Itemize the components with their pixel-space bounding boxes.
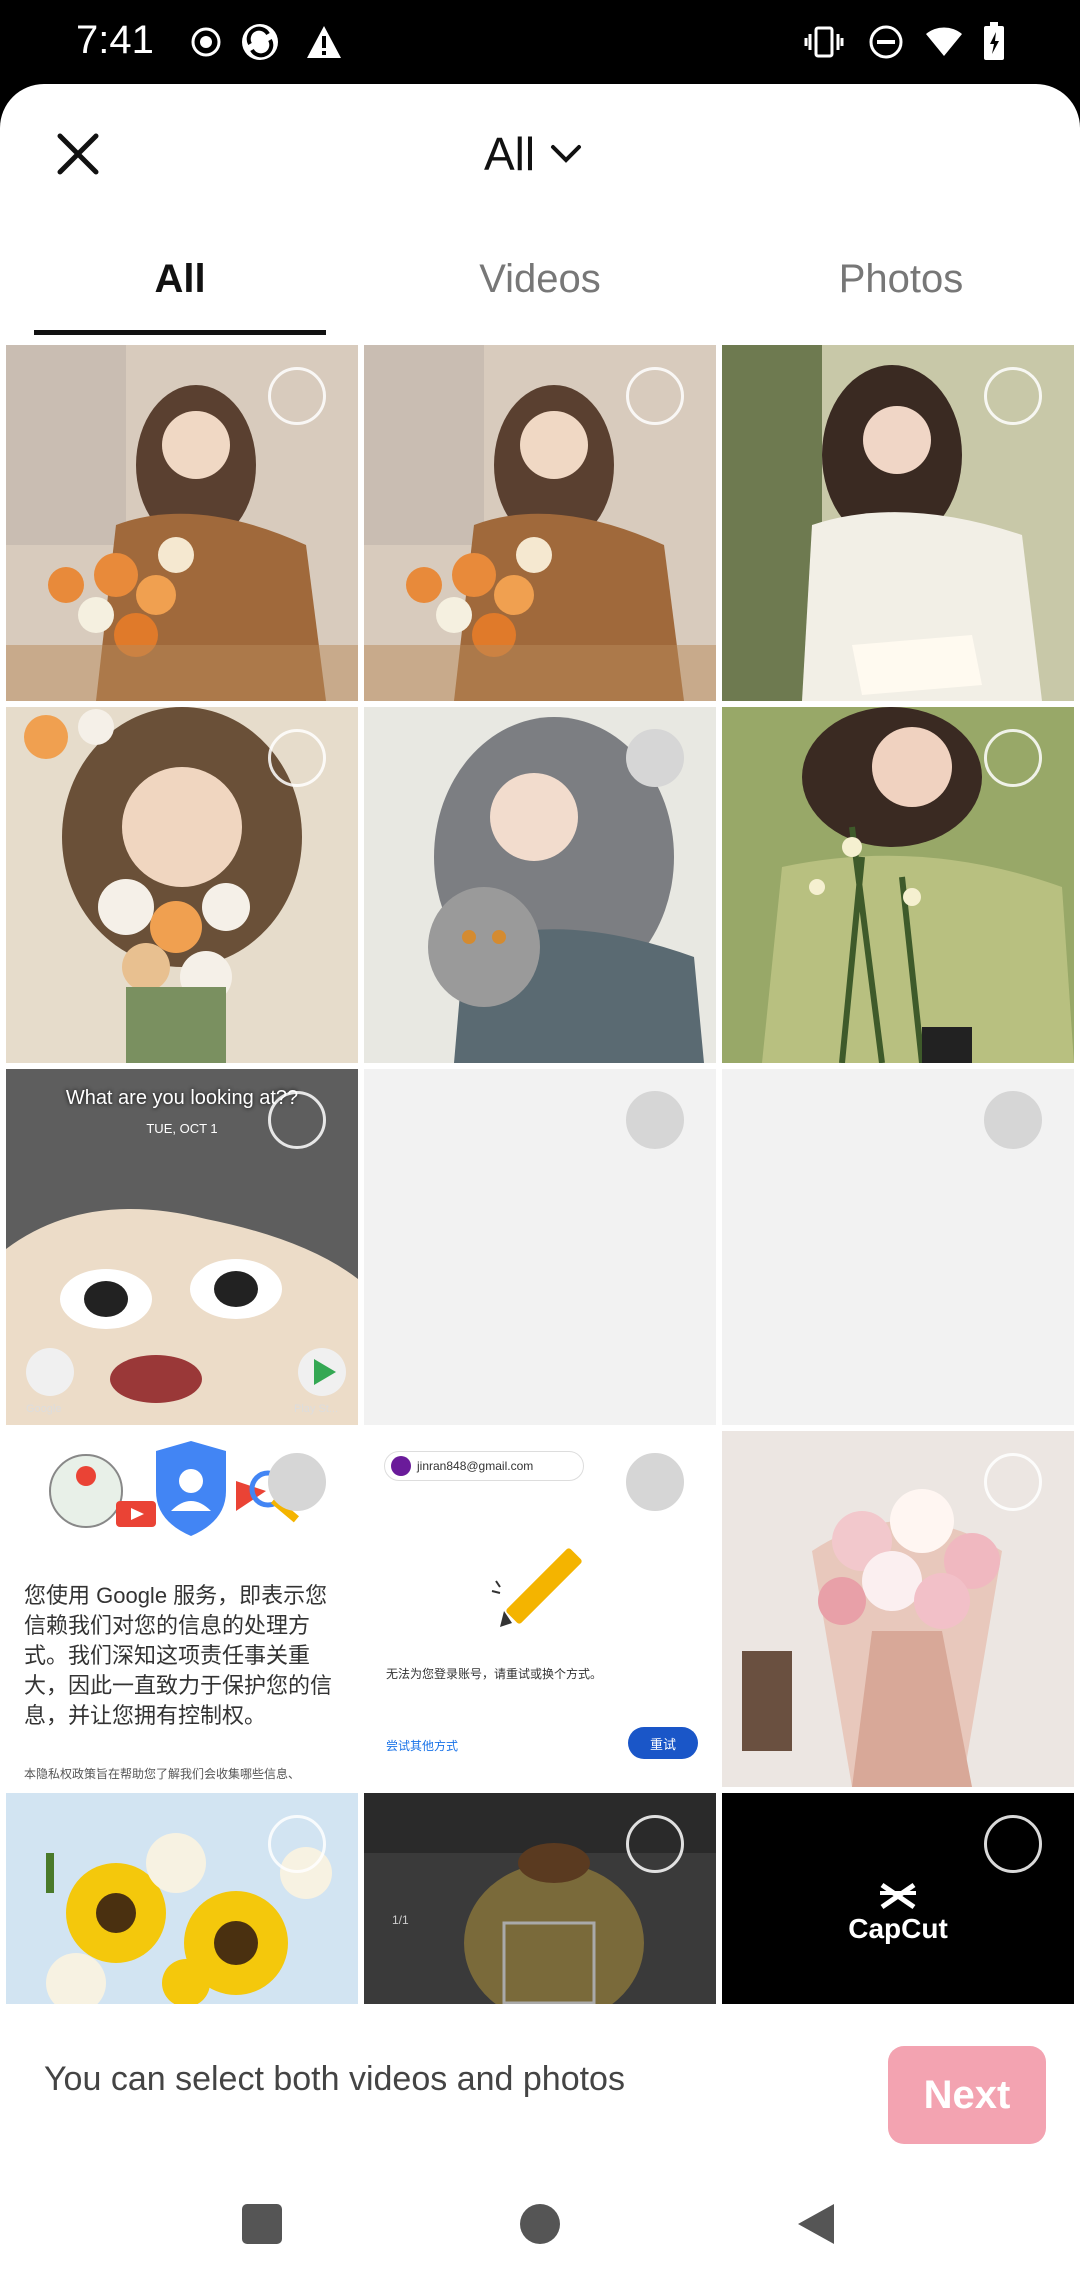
status-bar: 7:41 xyxy=(0,0,1080,84)
media-item-placeholder[interactable] xyxy=(722,1069,1074,1425)
vibrate-icon xyxy=(804,22,844,62)
account-email: jinran848@gmail.com xyxy=(417,1459,534,1473)
battery-icon xyxy=(974,22,1014,62)
select-circle[interactable] xyxy=(268,729,326,787)
tab-photos-label: Photos xyxy=(838,256,964,301)
account-link: 尝试其他方式 xyxy=(386,1739,459,1753)
privacy-text: 您使用 Google 服务，即表示您信赖我们对您的信息的处理方式。我们深知这项责… xyxy=(24,1583,333,1728)
media-item[interactable] xyxy=(722,707,1074,1063)
select-circle[interactable] xyxy=(984,1453,1042,1511)
select-circle[interactable] xyxy=(268,1453,326,1511)
capcut-logo-icon xyxy=(880,1882,916,1910)
select-circle[interactable] xyxy=(626,729,684,787)
media-item[interactable]: 您使用 Google 服务，即表示您信赖我们对您的信息的处理方式。我们深知这项责… xyxy=(6,1431,358,1787)
select-circle[interactable] xyxy=(626,1453,684,1511)
selection-hint: You can select both videos and photos xyxy=(44,2060,625,2098)
wifi-icon xyxy=(924,22,964,62)
select-circle[interactable] xyxy=(984,729,1042,787)
status-time: 7:41 xyxy=(76,18,154,62)
do-not-disturb-icon xyxy=(866,22,906,62)
media-item[interactable]: What are you looking at?? TUE, OCT 1 Goo… xyxy=(6,1069,358,1425)
media-tabs: All Videos Photos xyxy=(0,224,1080,334)
media-item[interactable]: jinran848@gmail.com 无法为您登录账号，请重试或换个方式。 尝… xyxy=(364,1431,716,1787)
media-picker-sheet: All All Videos Photos What are you looki… xyxy=(0,84,1080,2164)
tab-indicator xyxy=(34,330,326,335)
selection-footer: You can select both videos and photos Ne… xyxy=(0,2004,1080,2164)
media-item[interactable] xyxy=(722,345,1074,701)
media-grid: What are you looking at?? TUE, OCT 1 Goo… xyxy=(0,345,1080,2004)
back-button[interactable] xyxy=(786,2194,846,2254)
lockscreen-app-right: Play St... xyxy=(294,1403,339,1415)
album-selector[interactable]: All xyxy=(484,122,583,186)
select-circle[interactable] xyxy=(984,1091,1042,1149)
media-item[interactable] xyxy=(6,707,358,1063)
capcut-label: CapCut xyxy=(848,1913,948,1944)
account-chip: jinran848@gmail.com xyxy=(384,1451,584,1481)
media-item[interactable] xyxy=(722,1431,1074,1787)
avatar xyxy=(391,1456,411,1476)
home-button[interactable] xyxy=(510,2194,570,2254)
album-title: All xyxy=(484,128,536,180)
tab-all-label: All xyxy=(154,256,206,301)
pencil-icon xyxy=(491,1548,582,1627)
next-button[interactable]: Next xyxy=(888,2046,1046,2144)
select-circle[interactable] xyxy=(626,367,684,425)
tab-photos[interactable]: Photos xyxy=(756,224,1046,334)
warning-icon xyxy=(304,22,344,62)
account-message: 无法为您登录账号，请重试或换个方式。 xyxy=(386,1667,603,1681)
media-item[interactable] xyxy=(6,1793,358,2004)
media-item[interactable] xyxy=(6,345,358,701)
home-circle-icon xyxy=(520,2204,560,2244)
select-circle[interactable] xyxy=(268,1091,326,1149)
media-item-placeholder[interactable] xyxy=(364,1069,716,1425)
media-item[interactable]: 1/1 xyxy=(364,1793,716,2004)
toy-label: 1/1 xyxy=(392,1913,409,1927)
select-circle[interactable] xyxy=(268,1815,326,1873)
recents-square-icon xyxy=(242,2204,282,2244)
tab-videos[interactable]: Videos xyxy=(396,224,684,334)
select-circle[interactable] xyxy=(984,367,1042,425)
recents-button[interactable] xyxy=(232,2194,292,2254)
privacy-footer: 本隐私权政策旨在帮助您了解我们会收集哪些信息、 xyxy=(24,1767,301,1781)
retry-button: 重试 xyxy=(628,1727,698,1759)
tab-videos-label: Videos xyxy=(479,256,601,301)
sync-icon xyxy=(240,22,280,62)
select-circle[interactable] xyxy=(984,1815,1042,1873)
close-icon xyxy=(57,133,99,175)
select-circle[interactable] xyxy=(626,1815,684,1873)
media-item[interactable] xyxy=(364,707,716,1063)
chevron-down-icon xyxy=(551,145,582,163)
media-item[interactable] xyxy=(364,345,716,701)
select-circle[interactable] xyxy=(268,367,326,425)
close-button[interactable] xyxy=(48,124,108,184)
media-item[interactable]: CapCut xyxy=(722,1793,1074,2004)
back-triangle-icon xyxy=(798,2204,834,2244)
select-circle[interactable] xyxy=(626,1091,684,1149)
system-nav-bar xyxy=(0,2164,1080,2280)
record-icon xyxy=(186,22,226,62)
tab-all[interactable]: All xyxy=(34,224,326,334)
lockscreen-app-left: Google xyxy=(26,1403,62,1415)
